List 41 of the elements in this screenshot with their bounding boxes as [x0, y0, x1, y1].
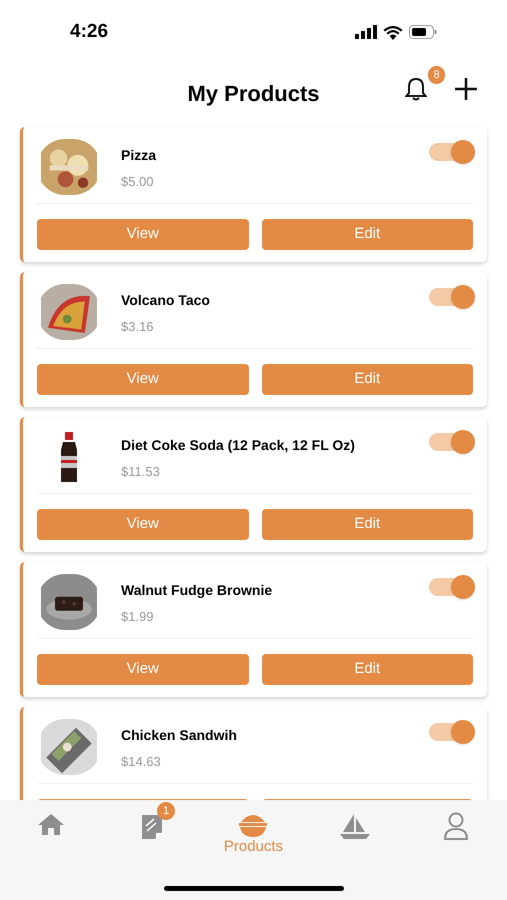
edit-button[interactable]: Edit	[262, 219, 473, 250]
note-icon	[141, 812, 164, 840]
product-name: Pizza	[121, 146, 158, 165]
edit-button[interactable]: Edit	[262, 654, 473, 685]
availability-toggle[interactable]	[429, 433, 473, 451]
product-name: Diet Coke Soda (12 Pack, 12 FL Oz)	[121, 436, 356, 455]
product-price: $14.63	[121, 753, 162, 771]
view-button[interactable]: View	[37, 364, 248, 395]
wifi-icon	[383, 24, 403, 40]
product-name: Walnut Fudge Brownie	[121, 581, 274, 600]
availability-toggle[interactable]	[429, 143, 473, 161]
person-icon	[443, 812, 470, 840]
tab-badge: 1	[157, 802, 176, 820]
product-name: Chicken Sandwih	[121, 726, 238, 745]
tab[interactable]: 1	[112, 802, 192, 840]
view-button[interactable]: View	[37, 219, 248, 250]
status-time: 4:26	[70, 20, 108, 44]
view-button[interactable]: View	[37, 654, 248, 685]
availability-toggle[interactable]	[429, 578, 473, 596]
page-title: My Products	[187, 80, 320, 108]
home-icon	[36, 812, 65, 836]
notifications-button[interactable]	[405, 76, 427, 102]
battery-icon	[409, 25, 437, 39]
product-price: $5.00	[121, 173, 155, 191]
availability-toggle[interactable]	[429, 723, 473, 741]
product-price: $11.53	[121, 463, 161, 481]
tab[interactable]: Products	[213, 802, 294, 856]
bell-icon	[405, 77, 427, 101]
plus-icon	[454, 77, 478, 101]
availability-toggle[interactable]	[429, 288, 473, 306]
edit-button[interactable]: Edit	[262, 364, 473, 395]
edit-button[interactable]: Edit	[262, 509, 473, 540]
product-name: Volcano Taco	[121, 291, 211, 310]
sailboat-icon	[338, 812, 371, 840]
signal-icon	[355, 25, 377, 39]
add-button[interactable]	[453, 76, 479, 102]
basket-icon	[238, 812, 268, 838]
product-price: $3.16	[121, 318, 155, 336]
notification-badge: 8	[428, 66, 445, 84]
view-button[interactable]: View	[37, 509, 248, 540]
product-price: $1.99	[121, 608, 155, 626]
